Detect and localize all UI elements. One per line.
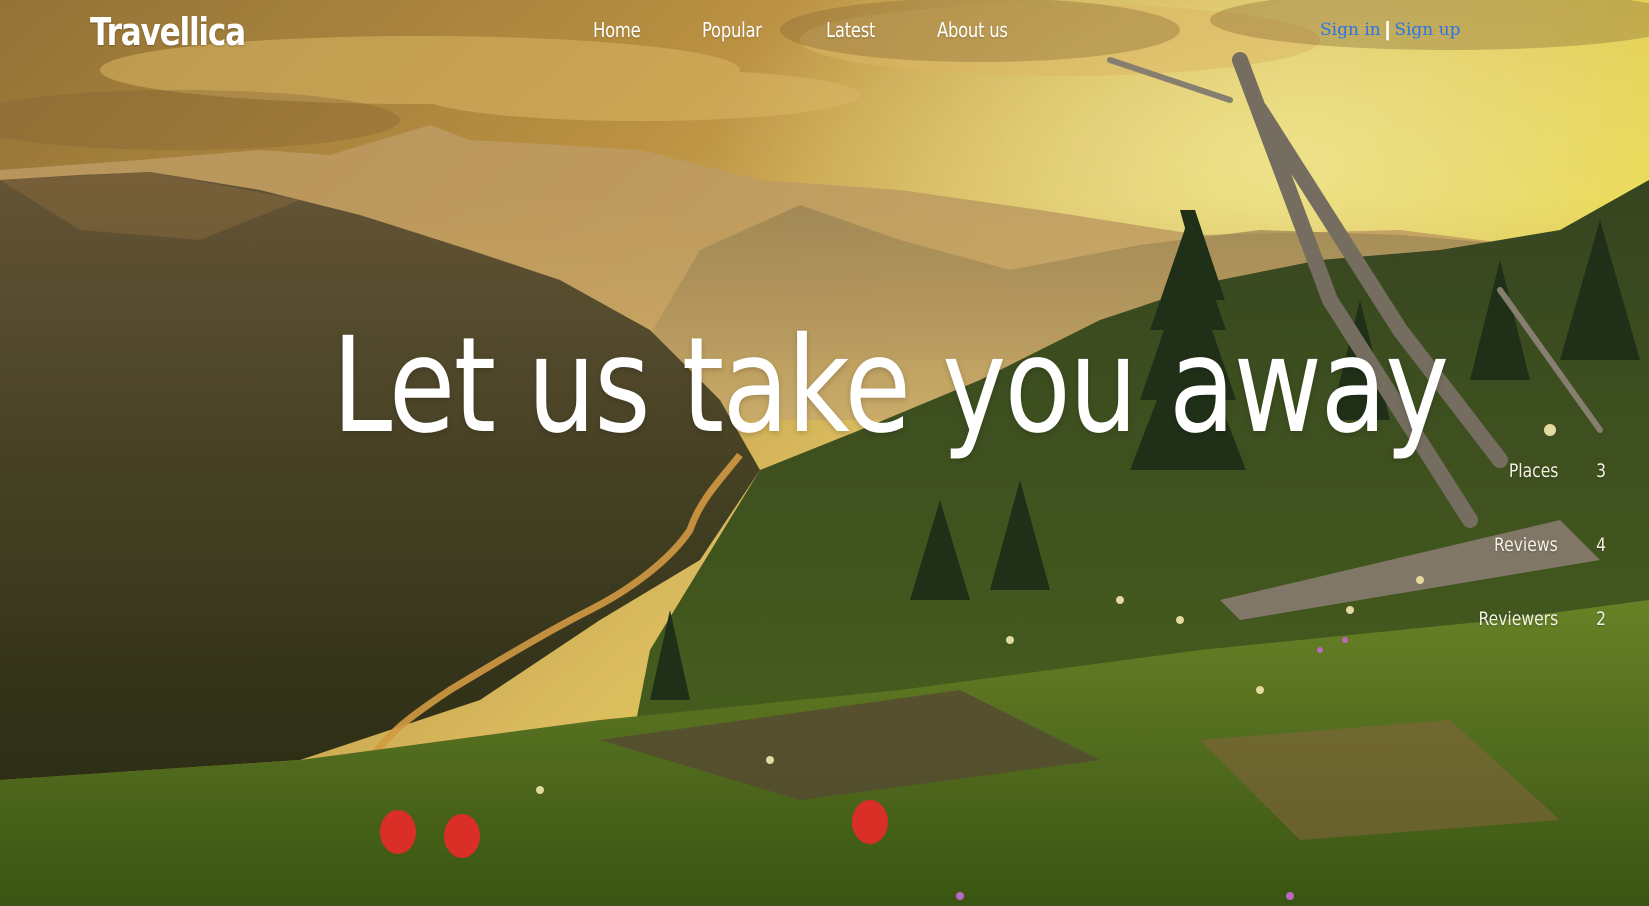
stat-places: Places 3	[1410, 460, 1610, 490]
hero-section: Travellica Home Popular Latest About us …	[0, 0, 1649, 906]
brand-logo[interactable]: Travellica	[90, 10, 246, 54]
stat-reviews-label: Reviews	[1494, 534, 1558, 556]
auth-links: Sign in | Sign up	[1320, 18, 1460, 41]
stat-places-label: Places	[1508, 460, 1558, 482]
nav-home-link[interactable]: Home	[593, 18, 641, 42]
stat-reviewers-label: Reviewers	[1478, 608, 1558, 630]
stat-reviewers-value: 2	[1596, 608, 1606, 630]
hero-headline: Let us take you away	[332, 309, 1449, 463]
stat-reviewers: Reviewers 2	[1410, 608, 1610, 638]
stat-reviews-value: 4	[1596, 534, 1606, 556]
nav-latest-link[interactable]: Latest	[826, 18, 875, 42]
stat-reviews: Reviews 4	[1410, 534, 1610, 564]
nav-popular-link[interactable]: Popular	[702, 18, 762, 42]
sign-up-link[interactable]: Sign up	[1394, 20, 1460, 40]
auth-separator: |	[1384, 19, 1391, 41]
nav-about-link[interactable]: About us	[937, 18, 1008, 42]
sign-in-link[interactable]: Sign in	[1320, 20, 1381, 40]
stat-places-value: 3	[1596, 460, 1606, 482]
